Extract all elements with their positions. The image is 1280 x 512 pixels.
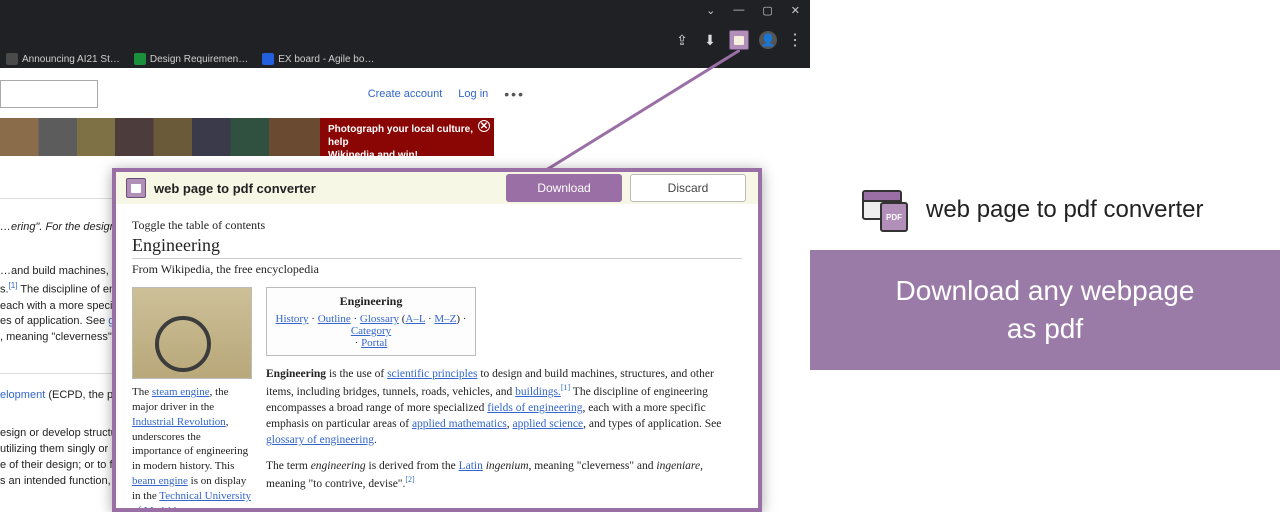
bookmark-item[interactable]: Design Requiremen…: [134, 53, 248, 65]
create-account-link[interactable]: Create account: [368, 88, 443, 100]
article-link[interactable]: applied mathematics: [412, 418, 507, 430]
infobox: Engineering History · Outline · Glossary…: [266, 287, 476, 356]
chevron-down-icon[interactable]: ⌄: [706, 4, 715, 12]
screenshot-area: ⌄ — ▢ ✕ ⇪ ⬇ 👤 ⋮ Announcing AI21 St… Desi…: [0, 0, 810, 512]
beam-engine-link[interactable]: beam engine: [132, 475, 188, 487]
profile-avatar-icon[interactable]: 👤: [759, 31, 777, 49]
steam-engine-link[interactable]: steam engine: [152, 386, 210, 398]
popup-header: web page to pdf converter Download Disca…: [112, 168, 762, 204]
tagline-text: Download any webpageas pdf: [838, 272, 1252, 348]
download-icon[interactable]: ⬇: [701, 31, 719, 49]
bookmarks-bar: Announcing AI21 St… Design Requiremen… E…: [0, 50, 810, 68]
browser-chrome: ⌄ — ▢ ✕ ⇪ ⬇ 👤 ⋮: [0, 0, 810, 50]
extension-logo-icon: [126, 178, 146, 198]
maximize-button[interactable]: ▢: [762, 4, 772, 12]
infobox-link[interactable]: Outline: [318, 313, 351, 325]
banner-text-line2: Wikipedia and win!: [328, 150, 418, 161]
banner-close-icon[interactable]: ✕: [478, 120, 490, 132]
discard-button[interactable]: Discard: [630, 174, 746, 202]
thumbnail-caption: The steam engine, the major driver in th…: [132, 385, 252, 512]
infobox-link[interactable]: Portal: [361, 337, 387, 349]
brand-title: web page to pdf converter: [926, 196, 1204, 224]
article-thumbnail: [132, 287, 252, 379]
article-subtitle: From Wikipedia, the free encyclopedia: [132, 262, 742, 277]
industrial-revolution-link[interactable]: Industrial Revolution: [132, 416, 226, 428]
ecpd-link[interactable]: elopment: [0, 389, 45, 401]
infobox-link[interactable]: Glossary: [360, 313, 399, 325]
minimize-button[interactable]: —: [733, 4, 744, 12]
divider: [0, 373, 120, 374]
infobox-link[interactable]: History: [276, 313, 309, 325]
infobox-link[interactable]: M–Z: [434, 313, 456, 325]
infobox-link[interactable]: Category: [351, 325, 391, 337]
brand-row: web page to pdf converter: [862, 190, 1204, 230]
article-link[interactable]: buildings.: [515, 386, 561, 398]
promo-panel: web page to pdf converter Download any w…: [810, 0, 1280, 512]
article-paragraph: The term engineering is derived from the…: [266, 458, 742, 492]
wiki-account-links: Create account Log in •••: [368, 86, 525, 102]
article-link[interactable]: glossary of engineering: [266, 434, 374, 446]
wiki-search-input[interactable]: [0, 80, 98, 108]
bookmark-item[interactable]: EX board - Agile bo…: [262, 53, 374, 65]
wiki-banner: Photograph your local culture, help Wiki…: [0, 118, 494, 156]
download-button[interactable]: Download: [506, 174, 622, 202]
browser-toolbar: ⇪ ⬇ 👤 ⋮: [673, 30, 804, 50]
bookmark-item[interactable]: Announcing AI21 St…: [6, 53, 120, 65]
popup-preview: Toggle the table of contents Engineering…: [112, 204, 762, 512]
article-link[interactable]: applied science: [513, 418, 584, 430]
banner-image-strip: [0, 118, 320, 156]
infobox-title: Engineering: [275, 294, 467, 309]
extension-icon[interactable]: [729, 30, 749, 50]
toc-toggle[interactable]: Toggle the table of contents: [132, 218, 742, 233]
popup-title: web page to pdf converter: [154, 181, 316, 196]
banner-callout[interactable]: Photograph your local culture, help Wiki…: [320, 118, 494, 156]
article-heading: Engineering: [132, 235, 742, 259]
close-button[interactable]: ✕: [791, 4, 800, 12]
divider: [0, 198, 120, 199]
infobox-link[interactable]: A–L: [405, 313, 425, 325]
kebab-menu-icon[interactable]: ⋮: [787, 30, 804, 50]
extension-popup: web page to pdf converter Download Disca…: [112, 168, 762, 512]
share-icon[interactable]: ⇪: [673, 31, 691, 49]
article-link[interactable]: scientific principles: [387, 368, 477, 380]
article-paragraph: Engineering is the use of scientific pri…: [266, 366, 742, 448]
article-link[interactable]: Latin: [459, 460, 483, 472]
login-link[interactable]: Log in: [458, 88, 488, 100]
window-controls: ⌄ — ▢ ✕: [696, 0, 810, 16]
tagline-box: Download any webpageas pdf: [810, 250, 1280, 370]
article-link[interactable]: fields of engineering: [487, 402, 582, 414]
brand-logo-icon: [862, 190, 910, 230]
more-menu-icon[interactable]: •••: [504, 86, 525, 102]
banner-text-line1: Photograph your local culture, help: [328, 124, 473, 148]
